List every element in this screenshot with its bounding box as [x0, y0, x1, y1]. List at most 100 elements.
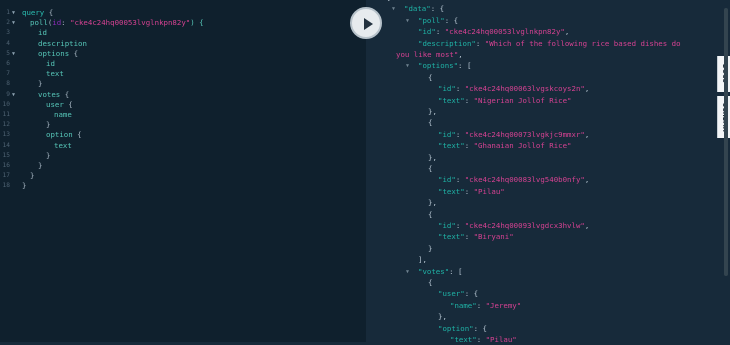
result-line: "user": { [438, 289, 478, 299]
result-token: : [476, 300, 486, 310]
fold-chevron-icon[interactable]: ▼ [406, 267, 409, 277]
query-token: text [54, 140, 72, 150]
result-token: , [584, 129, 590, 139]
fold-chevron-icon[interactable]: ▼ [12, 49, 15, 59]
result-line: }, [428, 198, 437, 208]
result-line: { [428, 164, 432, 174]
query-line[interactable]: } [30, 171, 34, 181]
result-token: : [ [449, 266, 463, 276]
query-token: text [46, 69, 64, 79]
result-token: : [464, 141, 474, 151]
result-line: "text": "Pilau" [450, 335, 517, 345]
query-token: query [22, 8, 45, 17]
query-token: } [46, 120, 51, 130]
query-line[interactable]: name [54, 110, 72, 120]
result-line: "text": "Biryani" [438, 232, 514, 242]
line-number: 15 [2, 151, 10, 159]
result-line: "id": "cke4c24hq00083lvg540b0nfy", [438, 175, 589, 185]
fold-chevron-icon[interactable]: ▼ [12, 8, 15, 18]
line-number: 4 [6, 39, 10, 47]
query-line[interactable]: options { [38, 49, 78, 59]
result-scrollbar[interactable] [724, 8, 728, 276]
query-token: { [44, 8, 54, 17]
result-token: "Nigerian Jollof Rice" [473, 95, 572, 105]
query-token: { [72, 130, 82, 140]
query-token: poll [30, 18, 48, 28]
query-line[interactable]: } [38, 161, 42, 171]
query-line[interactable]: option { [46, 130, 82, 140]
result-line: "text": "Ghanaian Jollof Rice" [438, 141, 572, 151]
result-token: { [428, 209, 433, 219]
query-token: } [38, 79, 43, 89]
query-editor[interactable]: 1 ▼ 2 ▼ 3 4 5 ▼ 6 7 8 9 ▼ 10 11 12 13 14 15 16 17 18 query {po… [0, 0, 366, 342]
result-token: "Biryani" [473, 232, 514, 242]
result-line: "option": { [438, 324, 487, 334]
result-token: : { [444, 15, 459, 25]
query-line[interactable]: id [46, 59, 55, 69]
result-line: "description": "Which of the following r… [418, 39, 681, 49]
result-token: "Which of the following rice based dishe… [484, 38, 681, 48]
fold-chevron-icon[interactable]: ▼ [406, 16, 409, 26]
result-token: }, [438, 312, 447, 322]
result-line: ], [418, 255, 427, 265]
query-line[interactable]: query { [22, 8, 53, 18]
fold-chevron-icon[interactable]: ▼ [12, 90, 15, 100]
fold-chevron-icon[interactable]: ▼ [12, 18, 15, 28]
query-line[interactable]: description [38, 39, 87, 49]
line-number: 14 [2, 141, 10, 149]
query-token: options [38, 48, 70, 58]
result-token: "options" [418, 61, 459, 71]
result-token: "text" [438, 141, 465, 151]
result-token: "id" [438, 129, 456, 139]
line-number: 6 [6, 60, 10, 67]
query-line[interactable]: poll(id: "cke4c24hq00053lvglnkpn82y") { [30, 18, 204, 28]
result-token: "cke4c24hq00073lvgkjc9mmxr" [464, 129, 585, 139]
query-line[interactable]: text [54, 141, 72, 151]
result-line: } [428, 244, 432, 254]
result-token: : [ [458, 61, 472, 71]
query-line[interactable]: id [38, 28, 47, 38]
result-token: , [584, 221, 590, 230]
result-token: : [464, 95, 474, 105]
result-token: , [584, 175, 590, 185]
query-line[interactable]: votes { [38, 90, 69, 100]
query-line[interactable]: } [22, 181, 26, 191]
line-number: 9 [6, 90, 10, 98]
query-token: } [38, 161, 43, 170]
result-token: "id" [438, 175, 456, 185]
line-number: 1 [6, 9, 10, 16]
result-token: , [584, 84, 590, 94]
run-query-button[interactable] [350, 7, 382, 39]
play-icon [364, 18, 373, 30]
result-line: "id": "cke4c24hq00053lvglnkpn82y", [418, 27, 569, 37]
result-token: "id" [438, 221, 456, 230]
result-line: "name": "Jeremy" [450, 301, 521, 311]
result-line: }, [428, 153, 437, 163]
query-line[interactable]: } [46, 120, 50, 130]
result-token: { [386, 0, 390, 2]
result-line: { [428, 73, 432, 83]
result-token: { [428, 118, 433, 128]
query-token: user [46, 99, 64, 109]
query-token: } [30, 171, 35, 181]
result-line: "id": "cke4c24hq00073lvgkjc9mmxr", [438, 130, 589, 140]
result-line: { [428, 210, 432, 220]
query-line[interactable]: } [38, 79, 42, 89]
fold-chevron-icon[interactable]: ▼ [392, 4, 395, 14]
result-token: "name" [450, 300, 477, 310]
line-number: 5 [6, 49, 10, 57]
query-line[interactable]: } [46, 151, 50, 161]
result-line: "poll": { [418, 16, 458, 26]
fold-chevron-icon[interactable]: ▼ [406, 61, 409, 71]
result-token: : [475, 38, 485, 48]
result-token: : [455, 84, 465, 94]
query-line[interactable]: user { [46, 100, 73, 110]
line-number: 17 [2, 172, 10, 180]
result-line: }, [438, 312, 447, 322]
line-number: 3 [6, 29, 10, 37]
result-line: { [428, 278, 432, 288]
query-line[interactable]: text [46, 69, 64, 79]
result-token: "text" [438, 232, 465, 242]
result-line: "text": "Nigerian Jollof Rice" [438, 96, 572, 106]
line-number: 13 [2, 131, 10, 139]
